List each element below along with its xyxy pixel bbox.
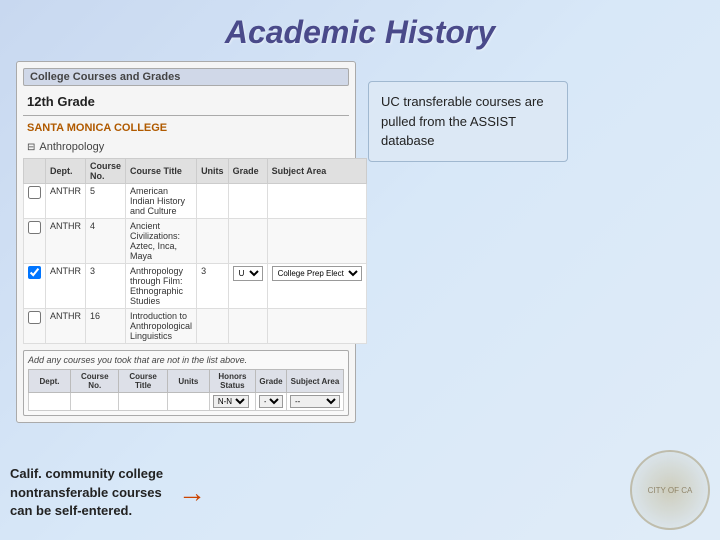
add-grade-select[interactable]: -- A B [259, 395, 283, 408]
row4-units [197, 309, 229, 344]
col-subject: Subject Area [267, 159, 366, 184]
col-dept: Dept. [46, 159, 86, 184]
add-col-honors: Honors Status [209, 370, 255, 393]
table-row: ANTHR 3 Anthropology through Film: Ethno… [24, 264, 367, 309]
row4-grade [228, 309, 267, 344]
row2-grade [228, 219, 267, 264]
main-content: College Courses and Grades 12th Grade SA… [0, 61, 720, 423]
row1-no: 5 [86, 184, 126, 219]
add-courses-label: Add any courses you took that are not in… [28, 355, 344, 365]
add-dept-input[interactable] [32, 398, 67, 407]
course-table: Dept. Course No. Course Title Units Grad… [23, 158, 367, 344]
row4-checkbox[interactable] [28, 311, 41, 324]
row1-checkbox[interactable] [28, 186, 41, 199]
add-title-input[interactable] [122, 398, 163, 407]
row1-title: American Indian History and Culture [126, 184, 197, 219]
row3-units: 3 [197, 264, 229, 309]
add-no-input[interactable] [74, 398, 115, 407]
left-panel: College Courses and Grades 12th Grade SA… [16, 61, 356, 423]
row4-dept: ANTHR [46, 309, 86, 344]
row1-dept: ANTHR [46, 184, 86, 219]
row2-checkbox[interactable] [28, 221, 41, 234]
table-row: ANTHR 4 Ancient Civilizations: Aztec, In… [24, 219, 367, 264]
add-col-no: Course No. [71, 370, 119, 393]
row4-no: 16 [86, 309, 126, 344]
divider [23, 115, 349, 116]
row3-title: Anthropology through Film: Ethnographic … [126, 264, 197, 309]
col-course-no: Course No. [86, 159, 126, 184]
row1-grade [228, 184, 267, 219]
row3-no: 3 [86, 264, 126, 309]
row3-checkbox[interactable] [28, 266, 41, 279]
row4-title: Introduction to Anthropological Linguist… [126, 309, 197, 344]
row3-dept: ANTHR [46, 264, 86, 309]
add-honors-select[interactable]: N-N Y-N N-Y [213, 395, 249, 408]
info-box: UC transferable courses are pulled from … [368, 81, 568, 162]
annotation-text: Calif. community college nontransferable… [10, 465, 170, 520]
course-panel: College Courses and Grades 12th Grade SA… [16, 61, 356, 423]
add-subject-select[interactable]: -- English Math [290, 395, 340, 408]
section-label: Anthropology [23, 140, 349, 154]
row2-units [197, 219, 229, 264]
row2-no: 4 [86, 219, 126, 264]
row2-subject [267, 219, 366, 264]
grade-label: 12th Grade [23, 92, 349, 111]
table-row: ANTHR 16 Introduction to Anthropological… [24, 309, 367, 344]
add-units-input[interactable] [171, 398, 206, 407]
watermark: CITY OF CA [630, 450, 710, 530]
row3-subject-select[interactable]: College Prep Electives English Math [272, 266, 362, 281]
add-courses-row: N-N Y-N N-Y -- A B [29, 393, 344, 411]
row2-title: Ancient Civilizations: Aztec, Inca, Maya [126, 219, 197, 264]
college-label: SANTA MONICA COLLEGE [23, 120, 349, 136]
add-col-units: Units [167, 370, 209, 393]
panel-header: College Courses and Grades [23, 68, 349, 86]
add-courses-table: Dept. Course No. Course Title Units Hono… [28, 369, 344, 411]
row1-subject [267, 184, 366, 219]
add-col-title: Course Title [119, 370, 167, 393]
col-grade: Grade [228, 159, 267, 184]
page-title: Academic History [0, 0, 720, 61]
add-col-grade: Grade [255, 370, 286, 393]
add-courses-section: Add any courses you took that are not in… [23, 350, 349, 416]
add-col-dept: Dept. [29, 370, 71, 393]
row4-subject [267, 309, 366, 344]
row2-dept: ANTHR [46, 219, 86, 264]
watermark-text: CITY OF CA [648, 486, 693, 495]
row1-units [197, 184, 229, 219]
arrow-icon: → [178, 477, 206, 509]
col-title: Course Title [126, 159, 197, 184]
col-units: Units [197, 159, 229, 184]
row3-grade-select[interactable]: U A B C [233, 266, 263, 281]
col-check [24, 159, 46, 184]
bottom-annotation: Calif. community college nontransferable… [10, 465, 206, 520]
table-row: ANTHR 5 American Indian History and Cult… [24, 184, 367, 219]
add-col-subject: Subject Area [286, 370, 343, 393]
